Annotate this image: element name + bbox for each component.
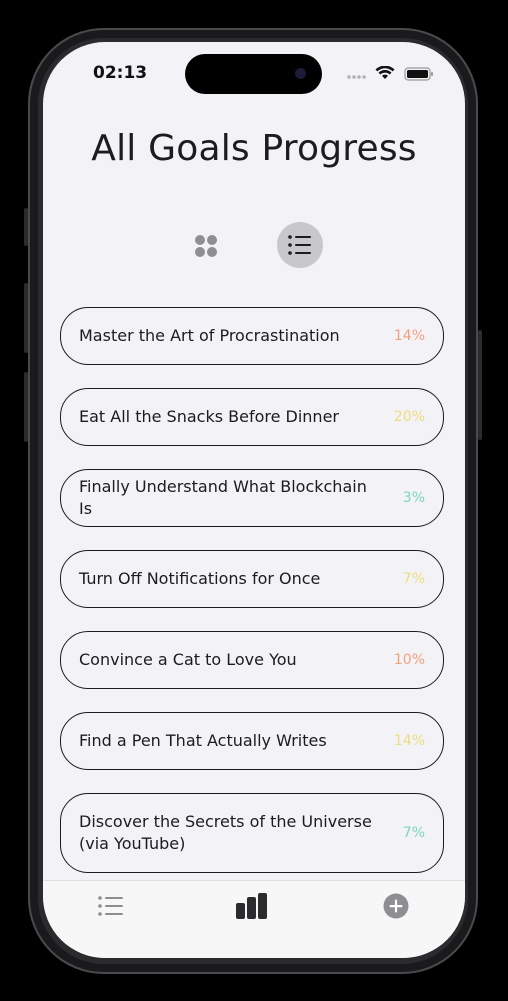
goal-name: Turn Off Notifications for Once bbox=[79, 569, 321, 588]
plus-circle-icon bbox=[383, 893, 409, 919]
camera-icon bbox=[295, 68, 306, 79]
list-icon bbox=[288, 235, 311, 255]
goal-name: Finally Understand What Blockchain Is bbox=[79, 477, 367, 518]
tab-add[interactable] bbox=[383, 893, 409, 923]
list-view-toggle[interactable] bbox=[277, 222, 323, 268]
list-icon bbox=[98, 896, 123, 916]
page-title: All Goals Progress bbox=[91, 128, 417, 170]
silent-switch bbox=[24, 208, 28, 246]
tab-bar bbox=[43, 880, 465, 958]
grid-view-icon[interactable] bbox=[195, 235, 219, 259]
goal-item[interactable]: Master the Art of Procrastination 14% bbox=[60, 307, 444, 365]
goal-name: Find a Pen That Actually Writes bbox=[79, 731, 327, 750]
goal-percent: 7% bbox=[402, 571, 425, 587]
goal-name: Discover the Secrets of the Universe (vi… bbox=[79, 812, 372, 853]
status-indicators bbox=[345, 65, 435, 82]
goal-name: Master the Art of Procrastination bbox=[79, 326, 340, 345]
goal-item[interactable]: Finally Understand What Blockchain Is 3% bbox=[60, 469, 444, 527]
battery-icon bbox=[404, 67, 433, 81]
signal-icon bbox=[347, 75, 366, 79]
goal-name: Eat All the Snacks Before Dinner bbox=[79, 407, 339, 426]
bar-chart-icon bbox=[236, 893, 267, 919]
app-screen: 02:13 All Goals Progress Master the Art … bbox=[43, 42, 465, 958]
dynamic-island bbox=[185, 54, 322, 94]
goal-percent: 10% bbox=[393, 652, 425, 668]
goal-item[interactable]: Find a Pen That Actually Writes 14% bbox=[60, 712, 444, 770]
volume-down-button bbox=[24, 372, 28, 442]
power-button bbox=[478, 330, 482, 440]
goal-item[interactable]: Eat All the Snacks Before Dinner 20% bbox=[60, 388, 444, 446]
tab-progress[interactable] bbox=[236, 893, 270, 923]
goal-item[interactable]: Turn Off Notifications for Once 7% bbox=[60, 550, 444, 608]
wifi-icon bbox=[375, 65, 395, 79]
goal-item[interactable]: Discover the Secrets of the Universe (vi… bbox=[60, 793, 444, 873]
goal-percent: 20% bbox=[393, 409, 425, 425]
goal-percent: 14% bbox=[393, 733, 425, 749]
tab-list[interactable] bbox=[97, 893, 125, 923]
goal-percent: 14% bbox=[393, 328, 425, 344]
goal-percent: 7% bbox=[402, 825, 425, 841]
goal-name: Convince a Cat to Love You bbox=[79, 650, 297, 669]
goal-percent: 3% bbox=[402, 490, 425, 506]
volume-up-button bbox=[24, 283, 28, 353]
goal-item[interactable]: Convince a Cat to Love You 10% bbox=[60, 631, 444, 689]
status-time: 02:13 bbox=[93, 63, 148, 83]
